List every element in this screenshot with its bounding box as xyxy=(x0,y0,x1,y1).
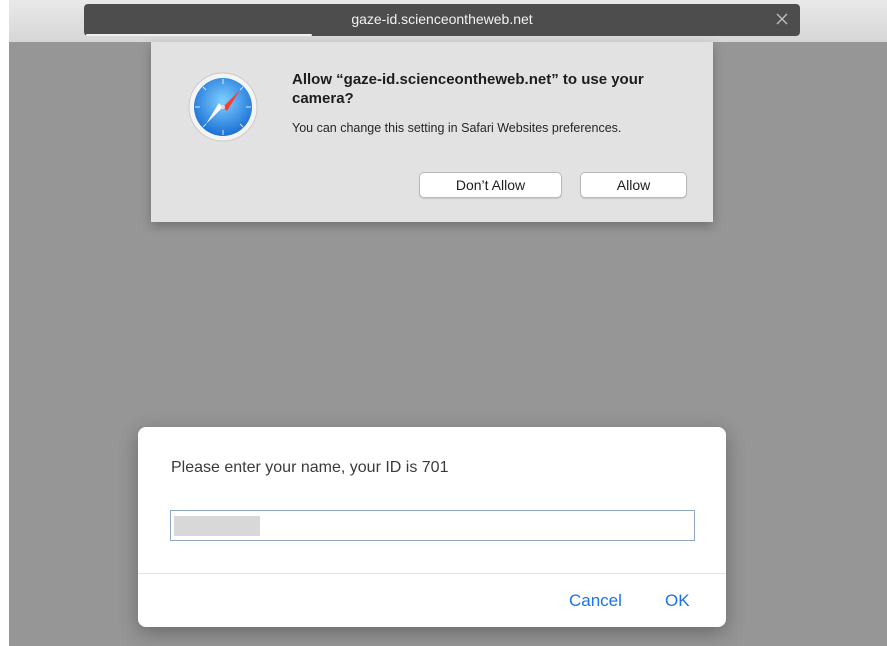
permission-description: You can change this setting in Safari We… xyxy=(292,121,622,135)
close-icon[interactable] xyxy=(774,11,790,27)
browser-toolbar: gaze-id.scienceontheweb.net xyxy=(9,0,887,42)
name-prompt-dialog: Please enter your name, your ID is 701 C… xyxy=(138,427,726,627)
name-input[interactable] xyxy=(170,510,695,541)
tab-title: gaze-id.scienceontheweb.net xyxy=(351,11,533,27)
ok-button[interactable]: OK xyxy=(665,591,690,611)
active-tab[interactable]: gaze-id.scienceontheweb.net xyxy=(84,4,800,36)
page-load-progress xyxy=(86,34,312,36)
camera-permission-sheet: Allow “gaze-id.scienceontheweb.net” to u… xyxy=(151,42,713,222)
dont-allow-button[interactable]: Don’t Allow xyxy=(419,172,562,198)
prompt-message: Please enter your name, your ID is 701 xyxy=(171,459,449,476)
safari-compass-icon xyxy=(188,72,258,142)
allow-button[interactable]: Allow xyxy=(580,172,687,198)
permission-title: Allow “gaze-id.scienceontheweb.net” to u… xyxy=(292,71,644,107)
dialog-divider xyxy=(138,573,726,574)
cancel-button[interactable]: Cancel xyxy=(569,591,622,611)
